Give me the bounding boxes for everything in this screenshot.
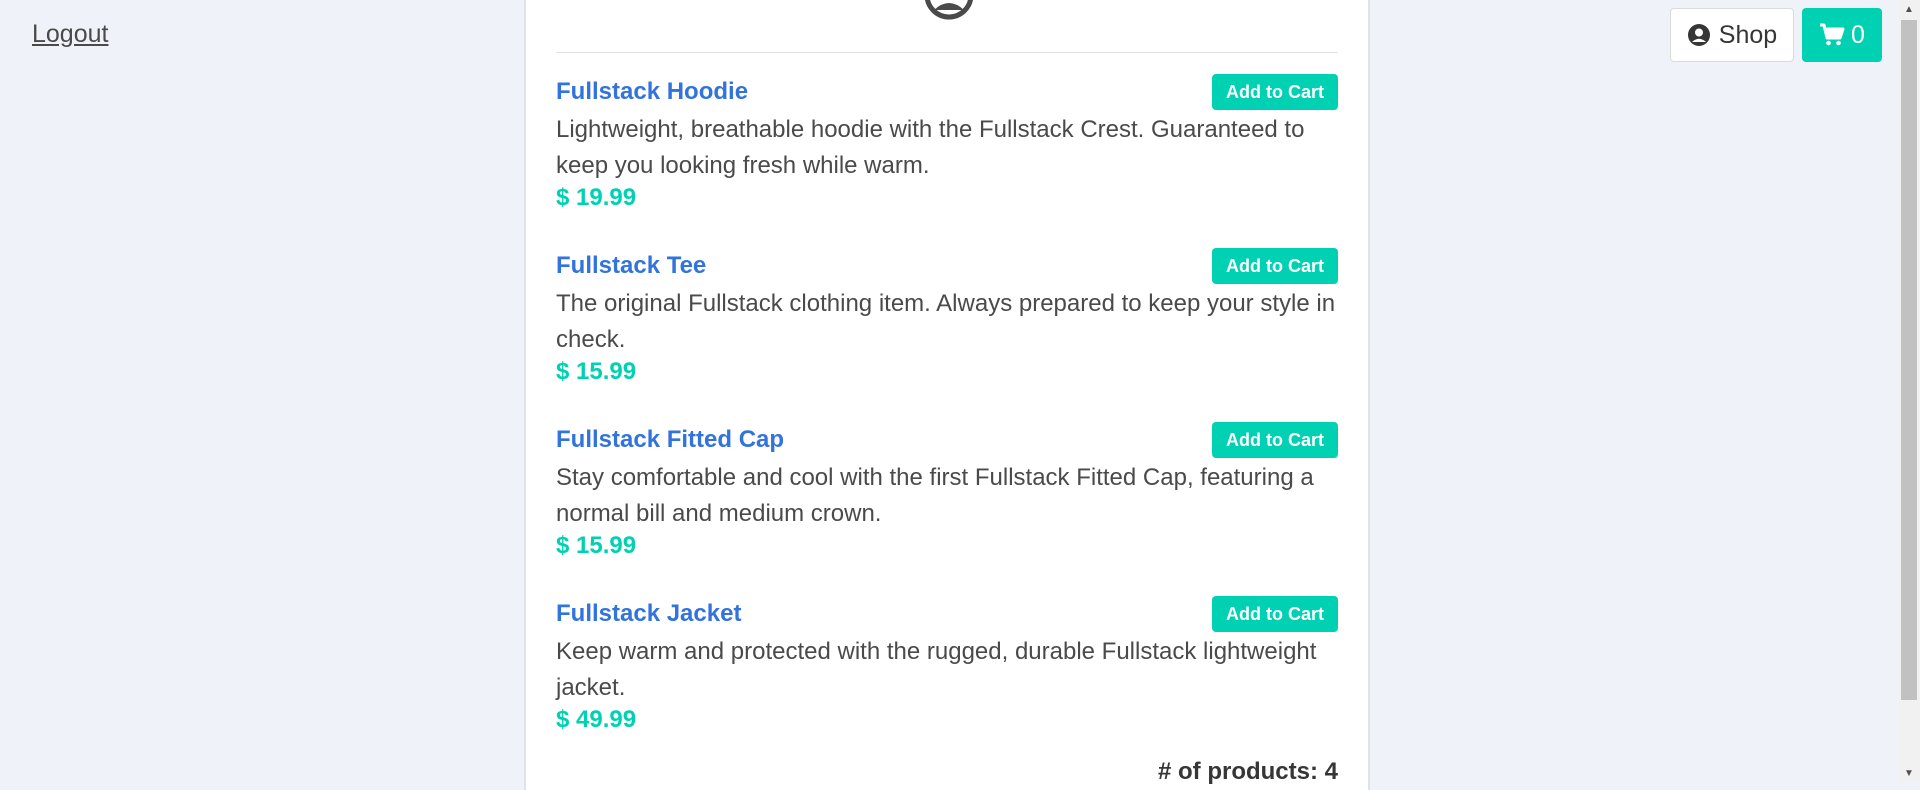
shopping-cart-icon (1820, 23, 1845, 46)
product-list: Fullstack Hoodie Add to Cart Lightweight… (556, 74, 1338, 770)
product-description: Lightweight, breathable hoodie with the … (556, 116, 1305, 179)
divider (556, 52, 1338, 53)
add-to-cart-button[interactable]: Add to Cart (1212, 74, 1338, 110)
user-circle-icon (1687, 24, 1710, 46)
logout-link[interactable]: Logout (32, 20, 108, 49)
shop-button[interactable]: Shop (1670, 8, 1794, 62)
add-to-cart-button[interactable]: Add to Cart (1212, 596, 1338, 632)
scroll-down-arrow-icon[interactable]: ▼ (1898, 764, 1920, 782)
user-avatar-icon (925, 0, 973, 20)
scrollbar[interactable]: ▲ ▼ (1898, 0, 1920, 782)
scroll-up-arrow-icon[interactable]: ▲ (1898, 0, 1920, 18)
shop-label: Shop (1718, 20, 1778, 49)
product-name-link[interactable]: Fullstack Tee (556, 252, 706, 280)
product-name-link[interactable]: Fullstack Jacket (556, 600, 741, 628)
product-price: $ 15.99 (556, 532, 637, 559)
product-price: $ 49.99 (556, 706, 637, 733)
product-item: Fullstack Tee Add to Cart The original F… (556, 248, 1338, 422)
product-price: $ 19.99 (556, 184, 637, 211)
product-item: Fullstack Hoodie Add to Cart Lightweight… (556, 74, 1338, 248)
product-name-link[interactable]: Fullstack Fitted Cap (556, 426, 784, 454)
add-to-cart-button[interactable]: Add to Cart (1212, 248, 1338, 284)
product-description: Keep warm and protected with the rugged,… (556, 638, 1317, 701)
product-description: Stay comfortable and cool with the first… (556, 464, 1314, 527)
product-price: $ 15.99 (556, 358, 637, 385)
product-item: Fullstack Fitted Cap Add to Cart Stay co… (556, 422, 1338, 596)
cart-button[interactable]: 0 (1802, 8, 1882, 62)
product-name-link[interactable]: Fullstack Hoodie (556, 78, 748, 106)
product-description: The original Fullstack clothing item. Al… (556, 290, 1336, 353)
product-item: Fullstack Jacket Add to Cart Keep warm a… (556, 596, 1338, 770)
cart-count: 0 (1851, 20, 1865, 49)
add-to-cart-button[interactable]: Add to Cart (1212, 422, 1338, 458)
product-panel: Fullstack Hoodie Add to Cart Lightweight… (524, 0, 1370, 790)
scrollbar-thumb[interactable] (1901, 20, 1917, 700)
